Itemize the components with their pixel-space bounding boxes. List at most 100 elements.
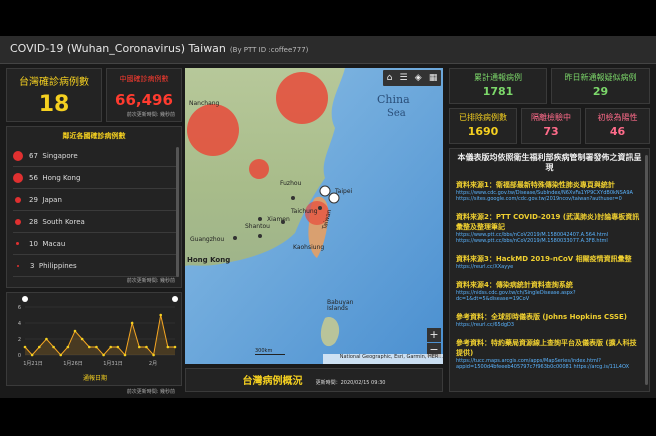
data-point[interactable] bbox=[166, 345, 170, 349]
data-point[interactable] bbox=[30, 353, 34, 357]
case-dot bbox=[16, 242, 19, 245]
map-footer-title: 台灣病例概況 bbox=[242, 376, 303, 387]
list-item[interactable]: 29 Japan bbox=[13, 189, 179, 211]
data-point[interactable] bbox=[66, 345, 70, 349]
list-icon[interactable]: ☰ bbox=[400, 73, 408, 83]
x-tick-label: 1月21日 bbox=[23, 361, 43, 367]
chart-title: 通報日期 bbox=[82, 375, 107, 382]
list-item[interactable]: 56 Hong Kong bbox=[13, 167, 179, 189]
china-cases-note: 前次更新時間: 幾秒前 bbox=[126, 112, 175, 118]
list-item[interactable]: 10 Macau bbox=[13, 233, 179, 255]
china-cases-value: 66,496 bbox=[115, 91, 173, 109]
home-icon[interactable]: ⌂ bbox=[387, 73, 393, 83]
layers-icon[interactable]: ◈ bbox=[415, 73, 422, 83]
world-map[interactable]: China Sea Nanchang Fuzhou Xiamen Shantou… bbox=[185, 68, 443, 364]
map-label: Hong Kong bbox=[187, 256, 231, 264]
x-tick-label: 1月26日 bbox=[63, 361, 83, 367]
chart-note: 前次更新時間: 幾秒前 bbox=[126, 389, 175, 395]
city-dot bbox=[233, 236, 237, 240]
taiwan-cases-panel: 台灣確診病例數 18 bbox=[6, 68, 102, 122]
info-source-link[interactable]: https://nidss.cdc.gov.tw/ch/SingleDiseas… bbox=[456, 290, 643, 302]
map-toolbar: ⌂ ☰ ◈ ▦ bbox=[383, 70, 441, 86]
yesterday-label: 昨日新通報疑似病例 bbox=[564, 73, 637, 82]
info-source-link[interactable]: https://reurl.cc/65dgD3 bbox=[456, 322, 643, 328]
map-attribution: National Geographic, Esri, Garmin, HER..… bbox=[323, 354, 443, 364]
x-tick-label: 2月 bbox=[149, 361, 157, 367]
data-point[interactable] bbox=[152, 353, 155, 357]
taiwan-cases-value: 18 bbox=[38, 92, 70, 117]
city-dot bbox=[258, 217, 262, 221]
data-point[interactable] bbox=[80, 337, 84, 341]
reported-label: 累計通報病例 bbox=[474, 73, 522, 82]
positive-value: 46 bbox=[609, 125, 626, 138]
data-point[interactable] bbox=[116, 345, 120, 349]
yesterday-panel: 昨日新通報疑似病例 29 bbox=[551, 68, 650, 104]
range-handle[interactable] bbox=[22, 296, 28, 302]
list-item[interactable]: 28 South Korea bbox=[13, 211, 179, 233]
china-cases-label: 中國確診病例數 bbox=[119, 75, 169, 83]
basemap-icon[interactable]: ▦ bbox=[429, 73, 438, 83]
info-source-title: 資料來源4：傳染病統計資料查詢系統 bbox=[456, 280, 573, 289]
data-point[interactable] bbox=[109, 345, 113, 349]
list-item[interactable]: 3 Philippines bbox=[13, 255, 179, 277]
reported-value: 1781 bbox=[482, 85, 514, 98]
info-source-link[interactable]: https://www.ptt.cc/bbs/nCoV2019/M.158004… bbox=[456, 232, 643, 244]
list-item[interactable]: 67 Singapore bbox=[13, 145, 179, 167]
data-point[interactable] bbox=[73, 329, 77, 333]
byline: (By PTT ID :coffee777) bbox=[229, 46, 309, 54]
map-label: Guangzhou bbox=[190, 236, 225, 243]
map-label: Taichung bbox=[291, 208, 318, 215]
map-label: Nanchang bbox=[189, 100, 220, 107]
zoom-in-button[interactable]: + bbox=[427, 328, 441, 342]
data-point[interactable] bbox=[59, 353, 63, 357]
map-footer: 台灣病例概況 更新時間：2020/02/15 09:30 bbox=[185, 368, 443, 392]
info-source: 參考資料：特約藥局資源線上查詢平台及儀表版 (擴人科技提供) https://t… bbox=[456, 338, 643, 370]
positive-label: 初檢為陽性 bbox=[597, 113, 638, 122]
quarantine-panel: 隔離檢驗中 73 bbox=[521, 108, 581, 144]
data-point[interactable] bbox=[102, 353, 105, 357]
case-bubble[interactable] bbox=[187, 104, 239, 156]
info-source-title: 資料來源3：HackMD 2019-nCoV 相關疫情資訊彙整 bbox=[456, 254, 632, 263]
taiwan-cases-label: 台灣確診病例數 bbox=[19, 77, 89, 88]
data-point[interactable] bbox=[52, 345, 55, 349]
map-footer-updated: 更新時間：2020/02/15 09:30 bbox=[315, 380, 386, 386]
data-point[interactable] bbox=[145, 345, 148, 349]
data-point[interactable] bbox=[123, 353, 127, 357]
city-dot bbox=[258, 234, 262, 238]
scrollbar[interactable] bbox=[176, 147, 179, 277]
map-pin-icon[interactable] bbox=[319, 185, 331, 197]
city-dot bbox=[318, 206, 322, 210]
map-label: Kaohsiung bbox=[293, 244, 325, 251]
case-dot bbox=[15, 196, 21, 203]
info-source: 資料來源2：PTT COVID-2019 (武漢肺炎)討論專板資訊彙整及整理筆記… bbox=[456, 212, 643, 244]
neighbors-panel: 鄰近各國確診病例數 67 Singapore 56 Hong Kong 29 J… bbox=[6, 126, 182, 288]
data-point[interactable] bbox=[159, 313, 163, 317]
map-scale: 300km bbox=[255, 348, 285, 355]
range-handle[interactable] bbox=[172, 296, 178, 302]
y-tick-label: 0 bbox=[18, 353, 21, 359]
data-point[interactable] bbox=[45, 337, 48, 341]
data-point[interactable] bbox=[130, 321, 134, 325]
case-bubble[interactable] bbox=[276, 72, 328, 124]
quarantine-value: 73 bbox=[543, 125, 559, 138]
data-point[interactable] bbox=[87, 345, 91, 349]
data-point[interactable] bbox=[37, 345, 41, 349]
info-source: 資料來源1：衛福部最新特殊傳染性肺炎專頁與統計 https://www.cdc.… bbox=[456, 180, 643, 202]
data-point[interactable] bbox=[173, 345, 177, 349]
map-label: Shantou bbox=[245, 223, 270, 230]
info-source-link[interactable]: https://tucc.maps.arcgis.com/apps/MapSer… bbox=[456, 358, 643, 370]
data-point[interactable] bbox=[95, 345, 98, 349]
map-label: Xiamen bbox=[267, 216, 290, 223]
reported-panel: 累計通報病例 1781 bbox=[449, 68, 547, 104]
info-source-link[interactable]: https://reurl.cc/XXayye bbox=[456, 264, 643, 270]
scrollbar[interactable] bbox=[645, 155, 648, 385]
info-panel: 本儀表版均依照衛生福利部疾病管制署發佈之資訊呈現 資料來源1：衛福部最新特殊傳染… bbox=[449, 148, 650, 392]
data-point[interactable] bbox=[23, 345, 27, 349]
info-source-link[interactable]: https://www.cdc.gov.tw/Disease/SubIndex/… bbox=[456, 190, 643, 202]
info-source-title: 參考資料：全球即時儀表版 (Johns Hopkins CSSE) bbox=[456, 312, 627, 321]
page-title: COVID-19 (Wuhan_Coronavirus) Taiwan (By P… bbox=[10, 42, 309, 55]
y-tick-label: 2 bbox=[18, 337, 21, 343]
info-source: 資料來源3：HackMD 2019-nCoV 相關疫情資訊彙整 https://… bbox=[456, 254, 643, 270]
data-point[interactable] bbox=[137, 345, 141, 349]
case-bubble[interactable] bbox=[249, 159, 269, 179]
